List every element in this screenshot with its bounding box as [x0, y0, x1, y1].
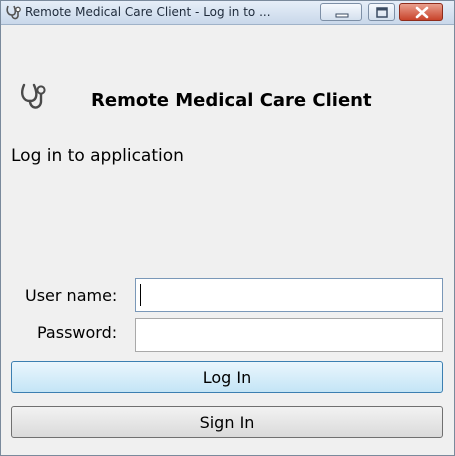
window-title: Remote Medical Care Client - Log in to .… — [25, 5, 271, 19]
login-subtitle: Log in to application — [11, 146, 184, 166]
log-in-button[interactable]: Log In — [11, 361, 443, 393]
maximize-button[interactable] — [368, 3, 395, 21]
app-heading: Remote Medical Care Client — [91, 90, 372, 111]
sign-in-button-label: Sign In — [199, 412, 255, 432]
log-in-button-label: Log In — [202, 367, 252, 387]
login-window: Remote Medical Care Client - Log in to .… — [0, 0, 455, 456]
stethoscope-logo-icon — [20, 82, 50, 112]
username-input[interactable] — [135, 278, 443, 312]
text-caret — [140, 284, 141, 306]
password-label: Password: — [37, 323, 118, 342]
title-bar[interactable]: Remote Medical Care Client - Log in to .… — [1, 1, 454, 25]
sign-in-button[interactable]: Sign In — [11, 406, 443, 438]
username-label: User name: — [25, 286, 118, 305]
stethoscope-icon — [6, 4, 23, 21]
password-input[interactable] — [135, 318, 443, 352]
minimize-button[interactable] — [320, 3, 362, 21]
close-button[interactable] — [399, 3, 443, 21]
